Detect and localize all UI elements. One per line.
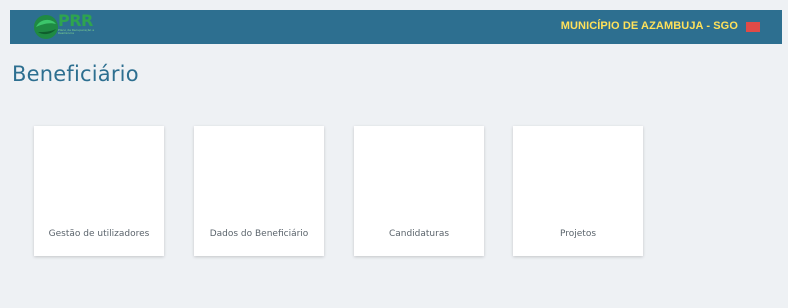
card-label: Candidaturas xyxy=(388,229,450,239)
card-label: Gestão de utilizadores xyxy=(48,229,150,239)
card-dados-beneficiario[interactable]: Dados do Beneficiário xyxy=(194,126,324,256)
entity-name[interactable]: MUNICÍPIO DE AZAMBUJA - SGO xyxy=(561,20,738,32)
logo-text: PRR xyxy=(58,11,93,30)
top-header-bar: PRR Plano de Recuperação e Resiliência M… xyxy=(10,10,782,44)
card-candidaturas[interactable]: Candidaturas xyxy=(354,126,484,256)
card-gestao-utilizadores[interactable]: Gestão de utilizadores xyxy=(34,126,164,256)
flag-icon[interactable] xyxy=(746,22,760,32)
prr-logo-mark-icon xyxy=(34,15,58,39)
card-label: Dados do Beneficiário xyxy=(209,229,309,239)
logo-subtitle: Plano de Recuperação e Resiliência xyxy=(58,29,95,35)
card-projetos[interactable]: Projetos xyxy=(513,126,643,256)
page-title: Beneficiário xyxy=(12,62,139,86)
prr-logo[interactable]: PRR Plano de Recuperação e Resiliência xyxy=(32,11,122,42)
card-label: Projetos xyxy=(559,229,597,239)
